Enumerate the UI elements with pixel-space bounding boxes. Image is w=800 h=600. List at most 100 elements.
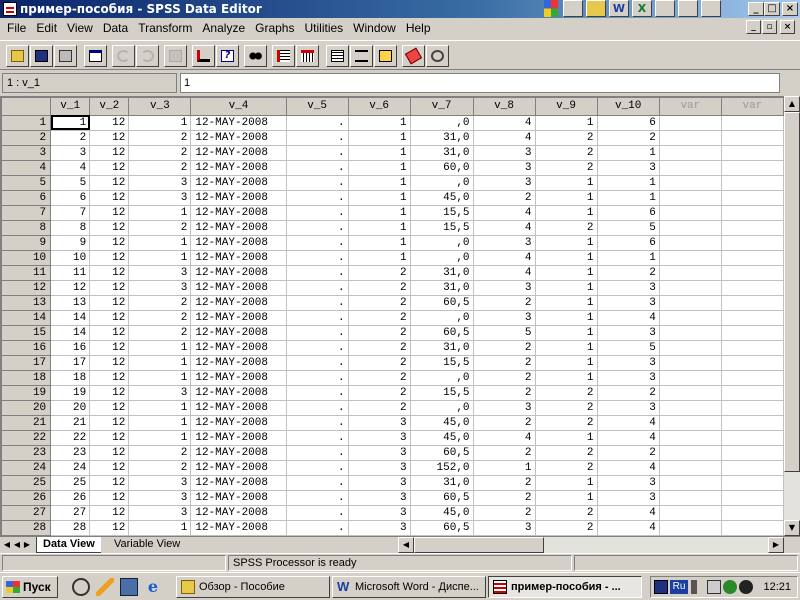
grid-cell-v_6[interactable]: 1 (348, 235, 411, 251)
column-header[interactable]: var (659, 98, 722, 116)
grid-cell-v_10[interactable]: 4 (597, 520, 660, 536)
grid-cell-empty[interactable] (659, 160, 722, 176)
grid-cell-v_4[interactable]: 12-MAY-2008 (190, 505, 287, 521)
row-header[interactable]: 3 (2, 145, 52, 161)
grid-cell-v_6[interactable]: 3 (348, 460, 411, 476)
grid-cell-empty[interactable] (721, 475, 784, 491)
grid-cell-v_4[interactable]: 12-MAY-2008 (190, 310, 287, 326)
grid-cell-v_3[interactable]: 3 (128, 505, 192, 521)
grid-cell-empty[interactable] (659, 175, 722, 191)
grid-cell-v_1[interactable]: 14 (50, 325, 91, 341)
column-header[interactable]: v_4 (190, 98, 287, 116)
grid-cell-v_6[interactable]: 1 (348, 250, 411, 266)
row-header[interactable]: 22 (2, 430, 52, 446)
grid-cell-v_1[interactable]: 20 (50, 400, 91, 416)
desktop-icon[interactable] (655, 0, 675, 17)
grid-cell-v_9[interactable]: 1 (535, 115, 598, 131)
grid-cell-empty[interactable] (721, 430, 784, 446)
grid-cell-v_10[interactable]: 5 (597, 220, 660, 236)
grid-cell-v_9[interactable]: 2 (535, 160, 598, 176)
word-icon[interactable]: W (609, 0, 629, 17)
grid-cell-v_4[interactable]: 12-MAY-2008 (190, 490, 287, 506)
grid-cell-v_1[interactable]: 18 (50, 370, 91, 386)
grid-cell-v_4[interactable]: 12-MAY-2008 (190, 235, 287, 251)
grid-cell-v_4[interactable]: 12-MAY-2008 (190, 340, 287, 356)
grid-cell-v_2[interactable]: 12 (89, 490, 130, 506)
grid-cell-v_4[interactable]: 12-MAY-2008 (190, 250, 287, 266)
grid-cell-v_5[interactable]: . (286, 280, 349, 296)
grid-cell-empty[interactable] (721, 505, 784, 521)
print-button[interactable] (54, 45, 77, 67)
grid-cell-v_5[interactable]: . (286, 115, 349, 131)
grid-cell-empty[interactable] (721, 205, 784, 221)
grid-cell-v_9[interactable]: 1 (535, 205, 598, 221)
vertical-scrollbar[interactable]: ▲ ▼ (784, 96, 800, 536)
grid-cell-empty[interactable] (659, 400, 722, 416)
grid-cell-v_8[interactable]: 3 (473, 160, 536, 176)
grid-cell-v_8[interactable]: 5 (473, 325, 536, 341)
switch-icon[interactable] (707, 580, 721, 594)
grid-cell-empty[interactable] (721, 460, 784, 476)
grid-cell-v_2[interactable]: 12 (89, 295, 130, 311)
grid-cell-v_10[interactable]: 3 (597, 475, 660, 491)
row-header[interactable]: 23 (2, 445, 52, 461)
grid-cell-v_3[interactable]: 1 (128, 520, 192, 536)
grid-cell-v_2[interactable]: 12 (89, 175, 130, 191)
grid-cell-v_2[interactable]: 12 (89, 505, 130, 521)
grid-cell-v_5[interactable]: . (286, 310, 349, 326)
search-icon[interactable] (678, 0, 698, 17)
corner-cell[interactable] (2, 98, 52, 116)
grid-cell-v_4[interactable]: 12-MAY-2008 (190, 430, 287, 446)
grid-cell-v_1[interactable]: 22 (50, 430, 91, 446)
grid-cell-empty[interactable] (659, 190, 722, 206)
grid-cell-v_5[interactable]: . (286, 370, 349, 386)
menu-transform[interactable]: Transform (133, 21, 197, 35)
grid-cell-v_8[interactable]: 2 (473, 415, 536, 431)
grid-cell-v_3[interactable]: 1 (128, 115, 192, 131)
grid-cell-v_5[interactable]: . (286, 160, 349, 176)
grid-cell-empty[interactable] (721, 160, 784, 176)
grid-cell-v_6[interactable]: 2 (348, 295, 411, 311)
grid-cell-v_3[interactable]: 3 (128, 175, 192, 191)
grid-cell-v_8[interactable]: 2 (473, 475, 536, 491)
grid-cell-v_3[interactable]: 3 (128, 385, 192, 401)
grid-cell-v_7[interactable]: ,0 (410, 250, 474, 266)
pencil-icon[interactable] (96, 578, 114, 596)
grid-cell-v_10[interactable]: 1 (597, 175, 660, 191)
grid-cell-v_9[interactable]: 2 (535, 520, 598, 536)
grid-cell-v_9[interactable]: 2 (535, 445, 598, 461)
grid-cell-v_1[interactable]: 11 (50, 265, 91, 281)
grid-cell-v_9[interactable]: 1 (535, 235, 598, 251)
grid-cell-v_1[interactable]: 2 (50, 130, 91, 146)
grid-cell-v_9[interactable]: 1 (535, 295, 598, 311)
grid-cell-v_1[interactable]: 9 (50, 235, 91, 251)
grid-cell-v_3[interactable]: 2 (128, 130, 192, 146)
grid-cell-v_2[interactable]: 12 (89, 385, 130, 401)
horizontal-scroll-thumb[interactable] (414, 537, 544, 553)
grid-cell-v_7[interactable]: 60,5 (410, 325, 474, 341)
grid-cell-v_3[interactable]: 2 (128, 220, 192, 236)
grid-cell-v_1[interactable]: 23 (50, 445, 91, 461)
grid-cell-v_2[interactable]: 12 (89, 145, 130, 161)
grid-cell-v_4[interactable]: 12-MAY-2008 (190, 400, 287, 416)
grid-cell-v_7[interactable]: 60,5 (410, 295, 474, 311)
grid-cell-v_1[interactable]: 8 (50, 220, 91, 236)
grid-cell-v_9[interactable]: 1 (535, 280, 598, 296)
grid-cell-v_4[interactable]: 12-MAY-2008 (190, 355, 287, 371)
grid-cell-v_10[interactable]: 1 (597, 190, 660, 206)
grid-cell-v_1[interactable]: 21 (50, 415, 91, 431)
grid-cell-empty[interactable] (659, 340, 722, 356)
grid-cell-v_1[interactable]: 12 (50, 280, 91, 296)
grid-cell-v_3[interactable]: 1 (128, 355, 192, 371)
grid-cell-v_3[interactable]: 2 (128, 460, 192, 476)
grid-cell-v_7[interactable]: 31,0 (410, 340, 474, 356)
grid-cell-v_2[interactable]: 12 (89, 235, 130, 251)
column-header[interactable]: v_1 (50, 98, 91, 116)
grid-cell-v_10[interactable]: 3 (597, 160, 660, 176)
horizontal-scrollbar[interactable]: ◀ ▶ (398, 537, 784, 553)
grid-cell-v_8[interactable]: 4 (473, 430, 536, 446)
grid-cell-v_1[interactable]: 1 (50, 115, 91, 131)
grid-cell-v_10[interactable]: 2 (597, 265, 660, 281)
spss-app-icon[interactable] (3, 2, 17, 16)
grid-cell-v_10[interactable]: 6 (597, 115, 660, 131)
